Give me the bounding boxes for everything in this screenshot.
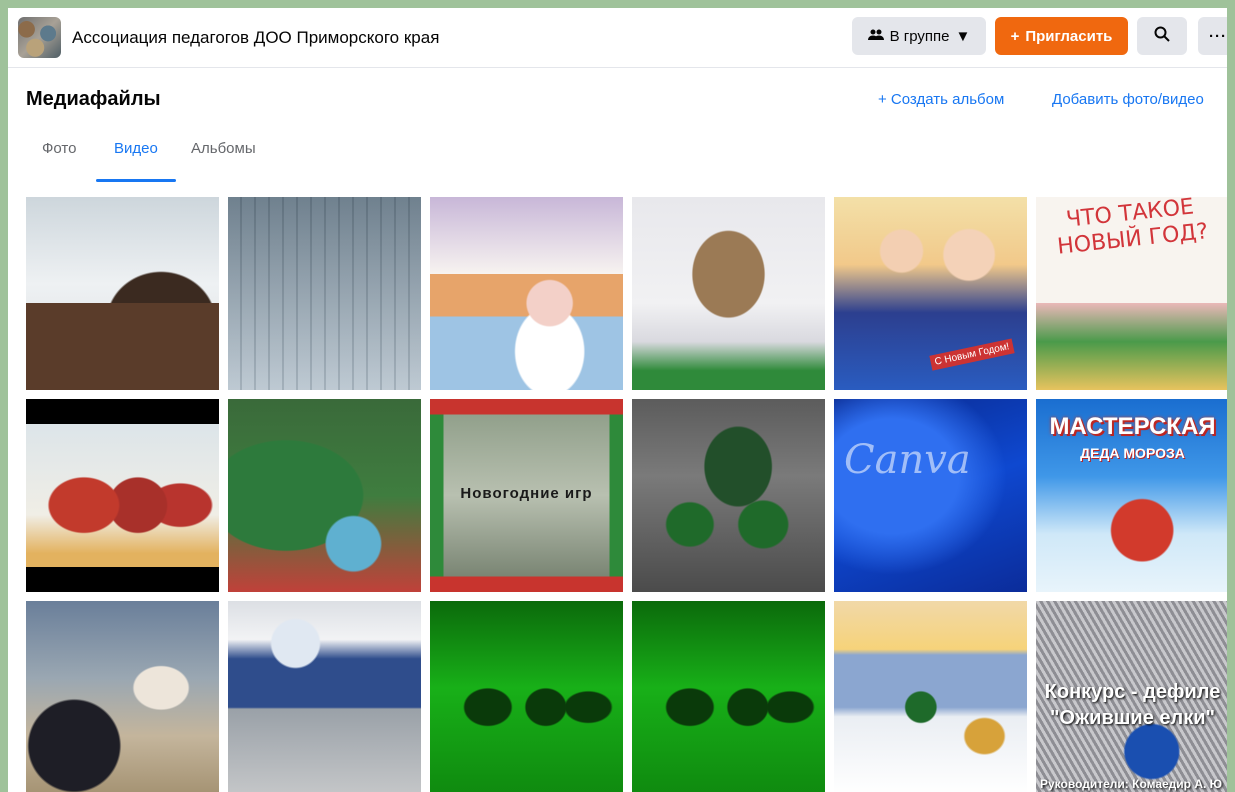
thumbnail-caption: МАСТЕРСКАЯ (1049, 413, 1216, 440)
video-thumbnail[interactable]: Canva (834, 399, 1027, 592)
video-thumbnail[interactable]: МАСТЕРСКАЯ ДЕДА МОРОЗА (1036, 399, 1227, 592)
invite-button[interactable]: + Пригласить (995, 17, 1128, 55)
create-album-link[interactable]: + Создать альбом (878, 91, 1004, 108)
more-icon: ··· (1209, 27, 1227, 45)
tab-albums[interactable]: Альбомы (191, 140, 256, 157)
media-grid: С Новым Годом! ЧТО ТАКОЕ НОВЫЙ ГОД? Ново… (26, 197, 1227, 792)
thumbnail-caption: Конкурс - дефиле "Ожившие елки" (1044, 681, 1221, 729)
video-thumbnail[interactable] (26, 197, 219, 390)
group-avatar[interactable] (18, 17, 61, 58)
tab-photo[interactable]: Фото (42, 140, 76, 157)
tab-video[interactable]: Видео (114, 140, 158, 157)
video-thumbnail[interactable]: Новогодние игр (430, 399, 623, 592)
video-thumbnail[interactable] (632, 197, 825, 390)
invite-label: Пригласить (1025, 27, 1113, 45)
section-title: Медиафайлы (26, 88, 161, 110)
caret-down-icon: ▼ (955, 27, 971, 45)
in-group-button[interactable]: В группе ▼ (852, 17, 986, 55)
active-tab-indicator (96, 179, 176, 182)
search-button[interactable] (1137, 17, 1187, 55)
video-thumbnail[interactable] (26, 601, 219, 792)
in-group-label: В группе (889, 27, 950, 45)
video-thumbnail[interactable] (228, 197, 421, 390)
video-thumbnail[interactable]: С Новым Годом! (834, 197, 1027, 390)
video-thumbnail[interactable] (430, 601, 623, 792)
video-thumbnail[interactable]: ЧТО ТАКОЕ НОВЫЙ ГОД? (1036, 197, 1227, 390)
group-media-panel: Ассоциация педагогов ДОО Приморского кра… (8, 8, 1227, 792)
thumbnail-caption: ЧТО ТАКОЕ НОВЫЙ ГОД? (1056, 197, 1210, 260)
video-thumbnail[interactable] (228, 399, 421, 592)
thumbnail-caption: Canva (844, 437, 971, 483)
video-thumbnail[interactable] (26, 399, 219, 592)
video-thumbnail[interactable] (228, 601, 421, 792)
group-header: Ассоциация педагогов ДОО Приморского кра… (8, 8, 1227, 68)
thumbnail-caption: Новогодние игр (460, 485, 593, 502)
thumbnail-footer: Руководители: Комаедир А. Ю (1040, 777, 1223, 791)
group-name[interactable]: Ассоциация педагогов ДОО Приморского кра… (72, 28, 439, 48)
video-thumbnail[interactable] (834, 601, 1027, 792)
video-thumbnail[interactable]: Конкурс - дефиле "Ожившие елки" Руководи… (1036, 601, 1227, 792)
thumbnail-caption: С Новым Годом! (929, 338, 1015, 371)
plus-icon: + (1010, 27, 1020, 45)
video-thumbnail[interactable] (430, 197, 623, 390)
add-media-link[interactable]: Добавить фото/видео (1052, 91, 1204, 108)
video-thumbnail[interactable] (632, 601, 825, 792)
search-icon (1154, 26, 1170, 46)
thumbnail-subcaption: ДЕДА МОРОЗА (1080, 445, 1185, 461)
more-options-button[interactable]: ··· (1198, 17, 1227, 55)
members-icon (867, 28, 884, 45)
video-thumbnail[interactable] (632, 399, 825, 592)
